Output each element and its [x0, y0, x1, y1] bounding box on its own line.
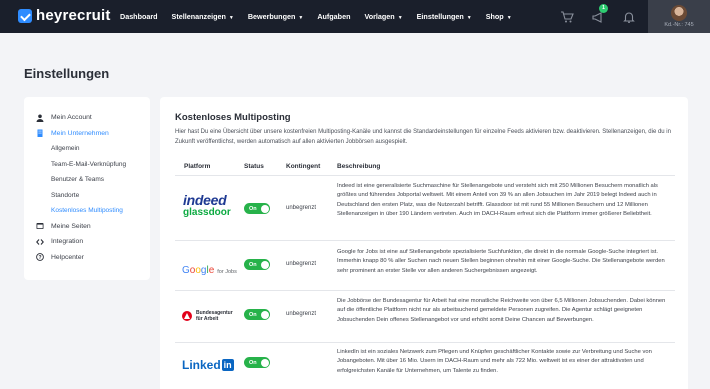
- megaphone-icon[interactable]: 1: [591, 3, 608, 24]
- linkedin-logo: Linked in: [182, 358, 234, 372]
- google-for-jobs-logo: Google for Jobs: [182, 265, 237, 276]
- multiposting-panel: Kostenloses Multiposting Hier hast Du ei…: [160, 97, 688, 389]
- sidebar-item-label: Integration: [51, 238, 84, 246]
- column-header-status: Status: [244, 163, 264, 170]
- nav-vorlagen[interactable]: Vorlagen ▼: [364, 12, 402, 21]
- sidebar-item-helpcenter[interactable]: ? Helpcenter: [36, 250, 150, 266]
- platform-description: Google for Jobs ist eine auf Stellenange…: [337, 249, 665, 274]
- kontingent-value: unbegrenzt: [286, 311, 317, 317]
- table-row: Bundesagentur für Arbeit On unbegrenzt Di…: [175, 290, 675, 342]
- user-icon: [36, 114, 44, 122]
- page-title: Einstellungen: [24, 66, 110, 81]
- nav-einstellungen[interactable]: Einstellungen ▼: [417, 12, 472, 21]
- svg-text:?: ?: [38, 255, 41, 261]
- sidebar-item-integration[interactable]: Integration: [36, 234, 150, 250]
- header-actions: 1: [560, 0, 653, 33]
- sidebar-subitem-benutzer-teams[interactable]: Benutzer & Teams: [36, 172, 150, 188]
- sidebar-item-label: Helpcenter: [51, 253, 84, 261]
- table-row: indeed glassdoor On unbegrenzt Indeed is…: [175, 175, 675, 240]
- customer-number: Kd.-Nr.: 745: [664, 22, 694, 28]
- brand-name: heyrecruit: [36, 7, 111, 24]
- settings-sidebar: Mein Account Mein Unternehmen Allgemein …: [24, 97, 150, 280]
- kontingent-value: unbegrenzt: [286, 205, 317, 211]
- sidebar-item-label: Meine Seiten: [51, 222, 91, 230]
- window-icon: [36, 223, 44, 230]
- help-icon: ?: [36, 253, 44, 262]
- top-navigation-bar: heyrecruit Dashboard Stellenanzeigen ▼ B…: [0, 0, 710, 33]
- status-toggle[interactable]: On: [244, 357, 270, 368]
- sidebar-subitem-team-email[interactable]: Team-E-Mail-Verknüpfung: [36, 157, 150, 173]
- chevron-down-icon: ▼: [298, 15, 304, 21]
- sidebar-item-label: Mein Unternehmen: [51, 129, 109, 137]
- table-row: Google for Jobs On unbegrenzt Google for …: [175, 240, 675, 290]
- notification-badge: 1: [599, 3, 608, 13]
- chevron-down-icon: ▼: [506, 15, 512, 21]
- sidebar-subitem-allgemein[interactable]: Allgemein: [36, 141, 150, 157]
- sidebar-subitem-standorte[interactable]: Standorte: [36, 188, 150, 204]
- code-icon: [36, 238, 44, 245]
- heyrecruit-logo[interactable]: heyrecruit: [18, 7, 111, 24]
- platform-description: LinkedIn ist ein soziales Netzwerk zum P…: [337, 349, 652, 374]
- chevron-down-icon: ▼: [397, 15, 403, 21]
- nav-stellenanzeigen[interactable]: Stellenanzeigen ▼: [172, 12, 234, 21]
- column-header-kontingent: Kontingent: [286, 163, 321, 170]
- sidebar-item-meine-seiten[interactable]: Meine Seiten: [36, 219, 150, 235]
- logo-mark-icon: [18, 8, 32, 23]
- sidebar-item-label: Mein Account: [51, 114, 92, 122]
- sidebar-subitem-multiposting[interactable]: Kostenloses Multiposting: [36, 203, 150, 219]
- cart-icon[interactable]: [560, 10, 574, 24]
- chevron-down-icon: ▼: [228, 15, 234, 21]
- bell-icon[interactable]: [622, 10, 636, 24]
- platform-description: Die Jobbörse der Bundesagentur für Arbei…: [337, 298, 666, 323]
- sidebar-item-mein-unternehmen[interactable]: Mein Unternehmen: [36, 126, 150, 142]
- main-nav: Dashboard Stellenanzeigen ▼ Bewerbungen …: [120, 0, 526, 33]
- bundesagentur-logo: Bundesagentur für Arbeit: [182, 310, 233, 322]
- chevron-down-icon: ▼: [466, 15, 472, 21]
- section-description: Hier hast Du eine Übersicht über unsere …: [175, 129, 671, 145]
- column-header-platform: Platform: [184, 163, 211, 170]
- status-toggle[interactable]: On: [244, 259, 270, 270]
- table-row: Linked in On LinkedIn ist ein soziales Ne…: [175, 342, 675, 389]
- bundesagentur-icon: [182, 311, 192, 321]
- column-header-beschreibung: Beschreibung: [337, 163, 381, 170]
- indeed-glassdoor-logo: indeed glassdoor: [183, 192, 231, 218]
- status-toggle[interactable]: On: [244, 309, 270, 320]
- nav-dashboard[interactable]: Dashboard: [120, 12, 158, 21]
- kontingent-value: unbegrenzt: [286, 261, 317, 267]
- status-toggle[interactable]: On: [244, 203, 270, 214]
- sidebar-item-mein-account[interactable]: Mein Account: [36, 110, 150, 126]
- nav-aufgaben[interactable]: Aufgaben: [317, 12, 350, 21]
- nav-shop[interactable]: Shop ▼: [486, 12, 512, 21]
- avatar: [671, 5, 687, 21]
- platform-description: Indeed ist eine generalisierte Suchmasch…: [337, 183, 658, 218]
- user-menu[interactable]: Kd.-Nr.: 745: [648, 0, 710, 33]
- section-title: Kostenloses Multiposting: [175, 112, 291, 123]
- nav-bewerbungen[interactable]: Bewerbungen ▼: [248, 12, 303, 21]
- building-icon: [37, 129, 43, 138]
